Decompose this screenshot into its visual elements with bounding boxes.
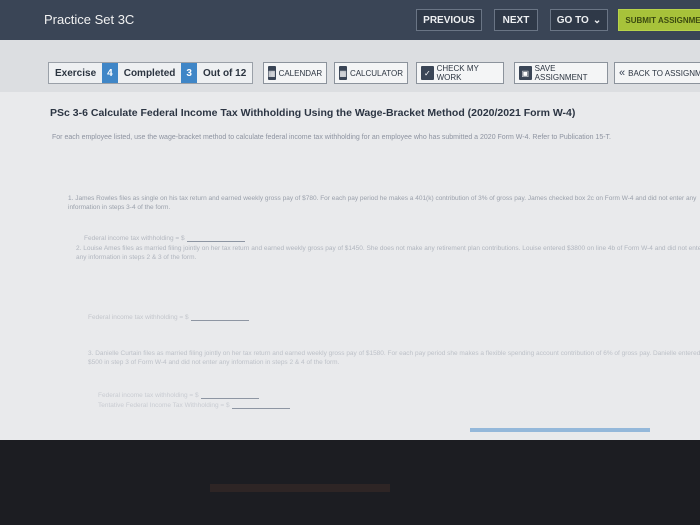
calculator-button[interactable]: ▦ CALCULATOR bbox=[334, 62, 408, 84]
answer-label: Federal income tax withholding = $ bbox=[84, 235, 185, 242]
answer-label: Federal income tax withholding = $ bbox=[88, 314, 189, 321]
previous-button[interactable]: PREVIOUS bbox=[416, 9, 482, 31]
check-icon: ✓ bbox=[421, 66, 434, 80]
scroll-indicator bbox=[470, 428, 650, 432]
save-label: SAVE ASSIGNMENT bbox=[534, 64, 588, 82]
save-icon: ▣ bbox=[519, 66, 532, 80]
completed-count: 3 bbox=[181, 63, 197, 83]
calendar-button[interactable]: ▦ CALENDAR bbox=[263, 62, 327, 84]
exercise-count: 4 bbox=[102, 63, 118, 83]
answer-field-4[interactable]: Tentative Federal Income Tax Withholding… bbox=[98, 401, 290, 409]
back-label: BACK TO ASSIGNM bbox=[628, 68, 700, 78]
answer-blank[interactable] bbox=[231, 401, 290, 409]
calculator-label: CALCULATOR bbox=[349, 68, 403, 78]
save-assignment-button[interactable]: ▣ SAVE ASSIGNMENT bbox=[514, 62, 608, 84]
goto-label: GO TO bbox=[556, 14, 589, 26]
list-item: 2. Louise Ames files as married filing j… bbox=[76, 245, 700, 261]
calendar-icon: ▦ bbox=[268, 66, 276, 80]
answer-field-1[interactable]: Federal income tax withholding = $ bbox=[84, 234, 245, 242]
answer-field-2[interactable]: Federal income tax withholding = $ bbox=[88, 313, 249, 321]
answer-blank[interactable] bbox=[186, 234, 245, 242]
double-chevron-left-icon: « bbox=[619, 67, 626, 79]
out-of-label: Out of 12 bbox=[202, 67, 247, 79]
question-instructions: For each employee listed, use the wage-b… bbox=[52, 134, 611, 141]
top-bar: Practice Set 3C PREVIOUS NEXT GO TO ⌄ SU… bbox=[0, 0, 700, 40]
list-item: 3. Danielle Curtain files as married fil… bbox=[88, 350, 700, 366]
app-title: Practice Set 3C bbox=[44, 12, 135, 27]
answer-blank[interactable] bbox=[200, 391, 259, 399]
question-title: PSc 3-6 Calculate Federal Income Tax Wit… bbox=[50, 107, 576, 119]
app-screen: Practice Set 3C PREVIOUS NEXT GO TO ⌄ SU… bbox=[0, 0, 700, 440]
monitor-bezel-logo bbox=[210, 484, 390, 492]
calendar-label: CALENDAR bbox=[278, 68, 323, 78]
check-my-work-button[interactable]: ✓ CHECK MY WORK bbox=[416, 62, 504, 84]
answer-field-3[interactable]: Federal income tax withholding = $ bbox=[98, 391, 259, 399]
check-label: CHECK MY WORK bbox=[436, 64, 479, 82]
submit-assignment-button[interactable]: SUBMIT ASSIGNME bbox=[618, 9, 700, 31]
completed-label: Completed bbox=[123, 67, 176, 79]
answer-label: Federal income tax withholding = $ bbox=[98, 392, 199, 399]
exercise-label: Exercise bbox=[55, 67, 97, 79]
back-to-assignment-button[interactable]: « BACK TO ASSIGNM bbox=[614, 62, 700, 84]
answer-label: Tentative Federal Income Tax Withholding… bbox=[98, 402, 230, 409]
progress-status: Exercise 4 Completed 3 Out of 12 bbox=[48, 62, 254, 84]
answer-blank[interactable] bbox=[190, 313, 249, 321]
goto-button[interactable]: GO TO ⌄ bbox=[550, 9, 608, 31]
list-item: 1. James Rowles files as single on his t… bbox=[68, 195, 697, 211]
calculator-icon: ▦ bbox=[339, 66, 347, 80]
chevron-down-icon: ⌄ bbox=[592, 14, 602, 26]
next-button[interactable]: NEXT bbox=[494, 9, 538, 31]
